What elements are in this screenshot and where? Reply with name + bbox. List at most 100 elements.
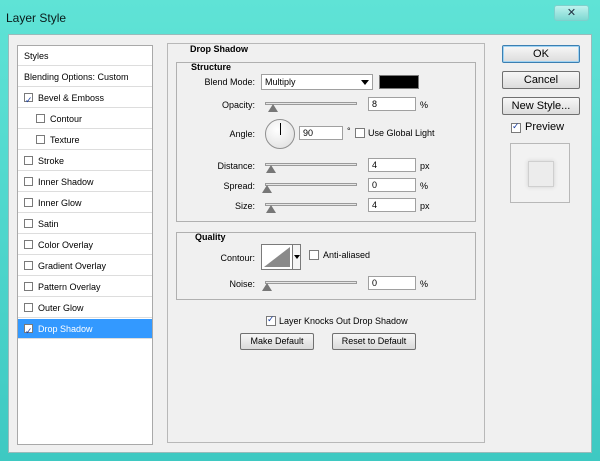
color-overlay-label: Color Overlay bbox=[38, 240, 94, 250]
spread-slider-track[interactable] bbox=[265, 183, 357, 186]
color-overlay-checkbox[interactable] bbox=[24, 240, 33, 249]
outer-glow-label: Outer Glow bbox=[38, 303, 84, 313]
structure-group: Structure Blend Mode: Multiply Opacity: … bbox=[176, 62, 476, 222]
reset-to-default-button[interactable]: Reset to Default bbox=[332, 333, 416, 350]
gradient-overlay-label: Gradient Overlay bbox=[38, 261, 107, 271]
drop-shadow-panel: Drop Shadow Structure Blend Mode: Multip… bbox=[167, 43, 485, 443]
contour-preview[interactable] bbox=[261, 244, 293, 270]
shadow-color-swatch[interactable] bbox=[379, 75, 419, 89]
styles-header[interactable]: Styles bbox=[18, 46, 152, 66]
blend-mode-select[interactable]: Multiply bbox=[261, 74, 373, 90]
style-item-color-overlay[interactable]: Color Overlay bbox=[18, 235, 152, 255]
pattern-overlay-label: Pattern Overlay bbox=[38, 282, 101, 292]
contour-curve-icon bbox=[264, 247, 290, 267]
preview-checkbox[interactable] bbox=[511, 121, 521, 133]
texture-checkbox[interactable] bbox=[36, 135, 45, 144]
angle-label: Angle: bbox=[229, 129, 255, 139]
spread-input[interactable]: 0 bbox=[368, 178, 416, 192]
bevel-emboss-label: Bevel & Emboss bbox=[38, 93, 105, 103]
style-item-bevel-emboss[interactable]: Bevel & Emboss bbox=[18, 88, 152, 110]
angle-input[interactable]: 90 bbox=[299, 126, 343, 140]
drop-shadow-checkbox[interactable] bbox=[24, 321, 33, 341]
style-item-stroke[interactable]: Stroke bbox=[18, 151, 152, 171]
contour-label: Contour bbox=[50, 114, 83, 124]
satin-checkbox[interactable] bbox=[24, 219, 33, 228]
outer-glow-checkbox[interactable] bbox=[24, 303, 33, 312]
pattern-overlay-checkbox[interactable] bbox=[24, 282, 33, 291]
knocks-out-label: Layer Knocks Out Drop Shadow bbox=[279, 316, 408, 326]
make-default-button[interactable]: Make Default bbox=[240, 333, 314, 350]
angle-unit: ° bbox=[347, 126, 351, 136]
use-global-light-checkbox[interactable] bbox=[355, 128, 365, 138]
opacity-label: Opacity: bbox=[221, 100, 255, 110]
quality-group: Quality Contour: Anti-aliased Noise: 0 % bbox=[176, 232, 476, 300]
size-input[interactable]: 4 bbox=[368, 198, 416, 212]
chevron-down-icon bbox=[361, 80, 369, 85]
spread-slider-thumb[interactable] bbox=[262, 185, 272, 193]
layer-style-window: Layer Style ✕ Styles Blending Options: C… bbox=[0, 0, 600, 461]
spread-unit: % bbox=[420, 181, 429, 191]
blend-mode-label: Blend Mode: bbox=[204, 77, 255, 87]
style-item-outer-glow[interactable]: Outer Glow bbox=[18, 298, 152, 318]
texture-label: Texture bbox=[50, 135, 80, 145]
size-slider-thumb[interactable] bbox=[266, 205, 276, 213]
style-item-satin[interactable]: Satin bbox=[18, 214, 152, 234]
preview-label: Preview bbox=[525, 121, 565, 133]
noise-slider-thumb[interactable] bbox=[262, 283, 272, 291]
angle-dial-needle bbox=[280, 123, 281, 135]
noise-slider-track[interactable] bbox=[265, 281, 357, 284]
noise-input[interactable]: 0 bbox=[368, 276, 416, 290]
knocks-out-checkbox[interactable] bbox=[266, 314, 276, 326]
distance-input[interactable]: 4 bbox=[368, 158, 416, 172]
opacity-unit: % bbox=[420, 100, 429, 110]
contour-checkbox[interactable] bbox=[36, 114, 45, 123]
stroke-checkbox[interactable] bbox=[24, 156, 33, 165]
blending-options-item[interactable]: Blending Options: Custom bbox=[18, 67, 152, 87]
contour-label: Contour: bbox=[220, 253, 255, 263]
spread-label: Spread: bbox=[223, 181, 255, 191]
opacity-input[interactable]: 8 bbox=[368, 97, 416, 111]
style-preview-thumbnail bbox=[528, 161, 554, 187]
anti-aliased-label: Anti-aliased bbox=[323, 250, 371, 260]
title-bar[interactable]: Layer Style ✕ bbox=[0, 0, 600, 34]
inner-glow-checkbox[interactable] bbox=[24, 198, 33, 207]
style-item-texture[interactable]: Texture bbox=[18, 130, 152, 150]
dialog-client: Styles Blending Options: Custom Bevel & … bbox=[8, 34, 592, 453]
bevel-emboss-checkbox[interactable] bbox=[24, 90, 33, 110]
anti-aliased-checkbox[interactable] bbox=[309, 250, 319, 260]
opacity-slider-thumb[interactable] bbox=[268, 104, 278, 112]
new-style-button[interactable]: New Style... bbox=[502, 97, 580, 115]
style-preview bbox=[510, 143, 570, 203]
inner-shadow-label: Inner Shadow bbox=[38, 177, 94, 187]
drop-shadow-title: Drop Shadow bbox=[190, 44, 248, 54]
distance-slider-thumb[interactable] bbox=[266, 165, 276, 173]
style-item-inner-glow[interactable]: Inner Glow bbox=[18, 193, 152, 213]
styles-list: Styles Blending Options: Custom Bevel & … bbox=[17, 45, 153, 445]
satin-label: Satin bbox=[38, 219, 59, 229]
window-title: Layer Style bbox=[6, 11, 67, 25]
structure-title: Structure bbox=[191, 62, 232, 72]
style-item-contour[interactable]: Contour bbox=[18, 109, 152, 129]
blending-options-label: Blending Options: Custom bbox=[24, 72, 129, 82]
cancel-button[interactable]: Cancel bbox=[502, 71, 580, 89]
inner-shadow-checkbox[interactable] bbox=[24, 177, 33, 186]
styles-header-label: Styles bbox=[24, 51, 49, 61]
size-slider-track[interactable] bbox=[265, 203, 357, 206]
contour-dropdown[interactable] bbox=[293, 244, 301, 270]
size-unit: px bbox=[420, 201, 430, 211]
distance-slider-track[interactable] bbox=[265, 163, 357, 166]
angle-dial[interactable] bbox=[265, 119, 295, 149]
style-item-gradient-overlay[interactable]: Gradient Overlay bbox=[18, 256, 152, 276]
blend-mode-value: Multiply bbox=[265, 77, 296, 87]
quality-title: Quality bbox=[195, 232, 226, 242]
style-item-pattern-overlay[interactable]: Pattern Overlay bbox=[18, 277, 152, 297]
noise-unit: % bbox=[420, 279, 429, 289]
style-item-drop-shadow[interactable]: Drop Shadow bbox=[18, 319, 152, 341]
use-global-light-label: Use Global Light bbox=[368, 128, 435, 138]
opacity-slider-track[interactable] bbox=[265, 102, 357, 105]
gradient-overlay-checkbox[interactable] bbox=[24, 261, 33, 270]
close-button[interactable]: ✕ bbox=[554, 5, 589, 21]
ok-button[interactable]: OK bbox=[502, 45, 580, 63]
inner-glow-label: Inner Glow bbox=[38, 198, 82, 208]
style-item-inner-shadow[interactable]: Inner Shadow bbox=[18, 172, 152, 192]
